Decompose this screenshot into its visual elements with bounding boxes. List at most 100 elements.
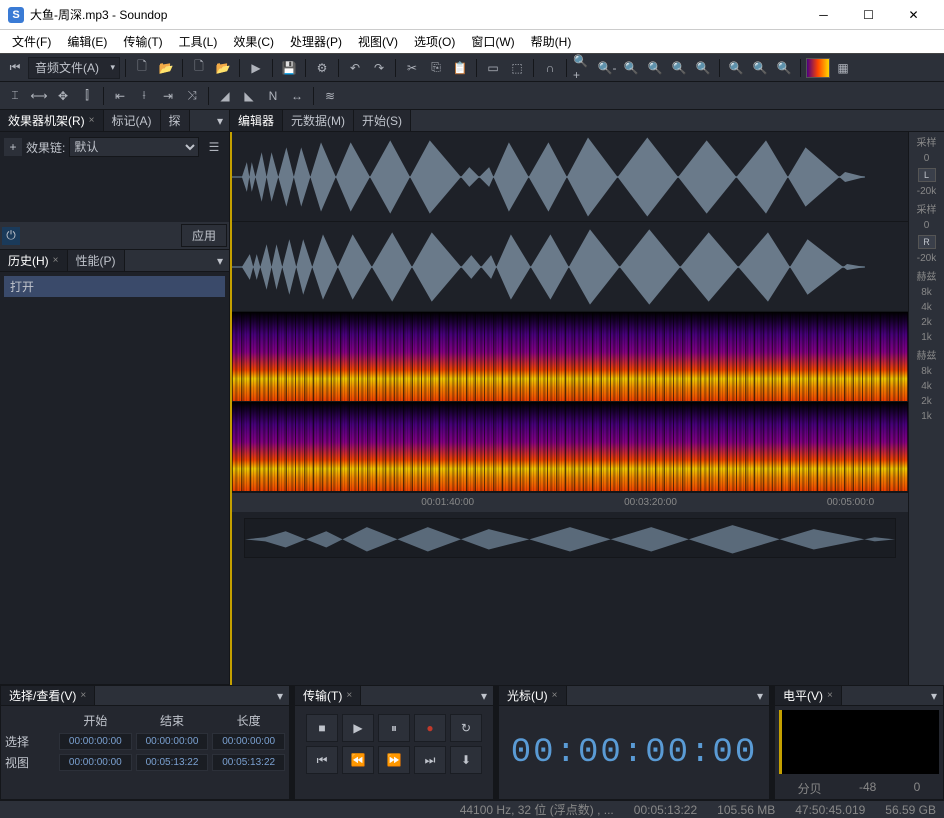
snap-icon[interactable]: ∩	[539, 57, 561, 79]
waveform-right[interactable]	[232, 222, 908, 312]
new-doc-icon[interactable]: 🗋	[188, 57, 210, 79]
crossfade-icon[interactable]: ⤨	[181, 85, 203, 107]
range-tool-icon[interactable]: ⟷	[28, 85, 50, 107]
menu-processor[interactable]: 处理器(P)	[282, 31, 350, 52]
tab-transport[interactable]: 传输(T)×	[295, 686, 361, 705]
zoom-v-fit-icon[interactable]: 🔍	[773, 57, 795, 79]
tab-start[interactable]: 开始(S)	[354, 110, 411, 131]
slip-tool-icon[interactable]: ⫿	[76, 85, 98, 107]
spectrogram-left[interactable]	[232, 312, 908, 402]
time-ruler[interactable]: 00:01:40:00 00:03:20:00 00:05:00:0	[232, 492, 908, 512]
minimize-button[interactable]: ─	[801, 0, 846, 30]
new-file-icon[interactable]: 🗋	[131, 57, 153, 79]
panel-menu-icon[interactable]: ▾	[925, 686, 943, 705]
overview-minimap[interactable]	[244, 518, 896, 558]
zoom-v-out-icon[interactable]: 🔍	[749, 57, 771, 79]
menu-transport[interactable]: 传输(T)	[115, 31, 170, 52]
tab-selection-view[interactable]: 选择/查看(V)×	[1, 686, 95, 705]
audio-files-dropdown[interactable]: 音频文件(A)	[28, 57, 120, 79]
open-folder-icon[interactable]: 📂	[155, 57, 177, 79]
zoom-fit-icon[interactable]: 🔍	[620, 57, 642, 79]
layout-icon[interactable]: ▦	[832, 57, 854, 79]
sel-end-field[interactable]: 00:00:00:00	[136, 733, 209, 750]
spectrogram-colormap[interactable]	[806, 58, 830, 78]
trim-right-icon[interactable]: ⇥	[157, 85, 179, 107]
tab-explorer[interactable]: 探	[161, 110, 190, 131]
panel-menu-icon[interactable]: ▾	[475, 686, 493, 705]
fade-out-icon[interactable]: ◣	[238, 85, 260, 107]
view-start-field[interactable]: 00:00:00:00	[59, 754, 132, 771]
close-icon[interactable]: ×	[827, 690, 833, 701]
split-icon[interactable]: ⟊	[133, 85, 155, 107]
paste-icon[interactable]: 📋	[449, 57, 471, 79]
tab-history[interactable]: 历史(H)×	[0, 250, 68, 271]
panel-menu-icon[interactable]: ▾	[211, 110, 229, 131]
close-icon[interactable]: ×	[346, 690, 352, 701]
redo-icon[interactable]: ↷	[368, 57, 390, 79]
open-icon[interactable]: 📂	[212, 57, 234, 79]
undo-icon[interactable]: ↶	[344, 57, 366, 79]
zoom-reset-icon[interactable]: 🔍	[668, 57, 690, 79]
rewind-icon[interactable]: ⏮	[4, 57, 26, 79]
panel-menu-icon[interactable]: ▾	[271, 686, 289, 705]
waveform-left[interactable]	[232, 132, 908, 222]
fx-apply-button[interactable]: 应用	[181, 224, 227, 247]
go-start-button[interactable]: ⏮	[306, 746, 338, 774]
record-mode-button[interactable]: ⬇	[450, 746, 482, 774]
menu-effects[interactable]: 效果(C)	[225, 31, 282, 52]
channel-left-button[interactable]: L	[918, 168, 936, 182]
close-icon[interactable]: ×	[89, 115, 95, 126]
panel-menu-icon[interactable]: ▾	[751, 686, 769, 705]
fx-power-icon[interactable]: ⏻	[2, 227, 20, 245]
close-button[interactable]: ✕	[891, 0, 936, 30]
record-button[interactable]: ●	[414, 714, 446, 742]
view-len-field[interactable]: 00:05:13:22	[212, 754, 285, 771]
close-icon[interactable]: ×	[80, 690, 86, 701]
menu-window[interactable]: 窗口(W)	[463, 31, 522, 52]
zoom-v-in-icon[interactable]: 🔍	[725, 57, 747, 79]
menu-edit[interactable]: 编辑(E)	[59, 31, 115, 52]
fx-preset-select[interactable]: 默认	[69, 137, 199, 157]
loop-button[interactable]: ↻	[450, 714, 482, 742]
sel-start-field[interactable]: 00:00:00:00	[59, 733, 132, 750]
zoom-out-icon[interactable]: 🔍-	[596, 57, 618, 79]
close-icon[interactable]: ×	[53, 255, 59, 266]
tab-fx-rack[interactable]: 效果器机架(R)×	[0, 110, 104, 131]
maximize-button[interactable]: ☐	[846, 0, 891, 30]
history-item-open[interactable]: 打开	[4, 276, 225, 297]
reverse-icon[interactable]: ↔	[286, 85, 308, 107]
close-icon[interactable]: ×	[552, 690, 558, 701]
save-icon[interactable]: 💾	[278, 57, 300, 79]
zoom-sel-icon[interactable]: 🔍	[644, 57, 666, 79]
add-fx-icon[interactable]: +	[4, 138, 22, 156]
marquee-icon[interactable]: ⬚	[506, 57, 528, 79]
menu-file[interactable]: 文件(F)	[4, 31, 59, 52]
view-end-field[interactable]: 00:05:13:22	[136, 754, 209, 771]
sel-len-field[interactable]: 00:00:00:00	[212, 733, 285, 750]
tab-metadata[interactable]: 元数据(M)	[283, 110, 354, 131]
cut-icon[interactable]: ✂	[401, 57, 423, 79]
rewind-button[interactable]: ⏪	[342, 746, 374, 774]
zoom-in-icon[interactable]: 🔍+	[572, 57, 594, 79]
tab-editor[interactable]: 编辑器	[230, 110, 283, 131]
trim-left-icon[interactable]: ⇤	[109, 85, 131, 107]
copy-icon[interactable]: ⎘	[425, 57, 447, 79]
tab-performance[interactable]: 性能(P)	[68, 250, 125, 271]
spectrogram-right[interactable]	[232, 402, 908, 492]
play-icon[interactable]: ▶	[245, 57, 267, 79]
wave-canvas[interactable]: 00:01:40:00 00:03:20:00 00:05:00:0	[230, 132, 908, 685]
envelope-icon[interactable]: ≋	[319, 85, 341, 107]
menu-options[interactable]: 选项(O)	[406, 31, 463, 52]
menu-tools[interactable]: 工具(L)	[171, 31, 226, 52]
fade-in-icon[interactable]: ◢	[214, 85, 236, 107]
stop-button[interactable]: ■	[306, 714, 338, 742]
forward-button[interactable]: ⏩	[378, 746, 410, 774]
zoom-full-icon[interactable]: 🔍	[692, 57, 714, 79]
menu-help[interactable]: 帮助(H)	[523, 31, 580, 52]
move-tool-icon[interactable]: ✥	[52, 85, 74, 107]
tab-level[interactable]: 电平(V)×	[775, 686, 842, 705]
select-tool-icon[interactable]: ▭	[482, 57, 504, 79]
tab-cursor[interactable]: 光标(U)×	[499, 686, 567, 705]
tab-markers[interactable]: 标记(A)	[104, 110, 161, 131]
channel-right-button[interactable]: R	[918, 235, 936, 249]
